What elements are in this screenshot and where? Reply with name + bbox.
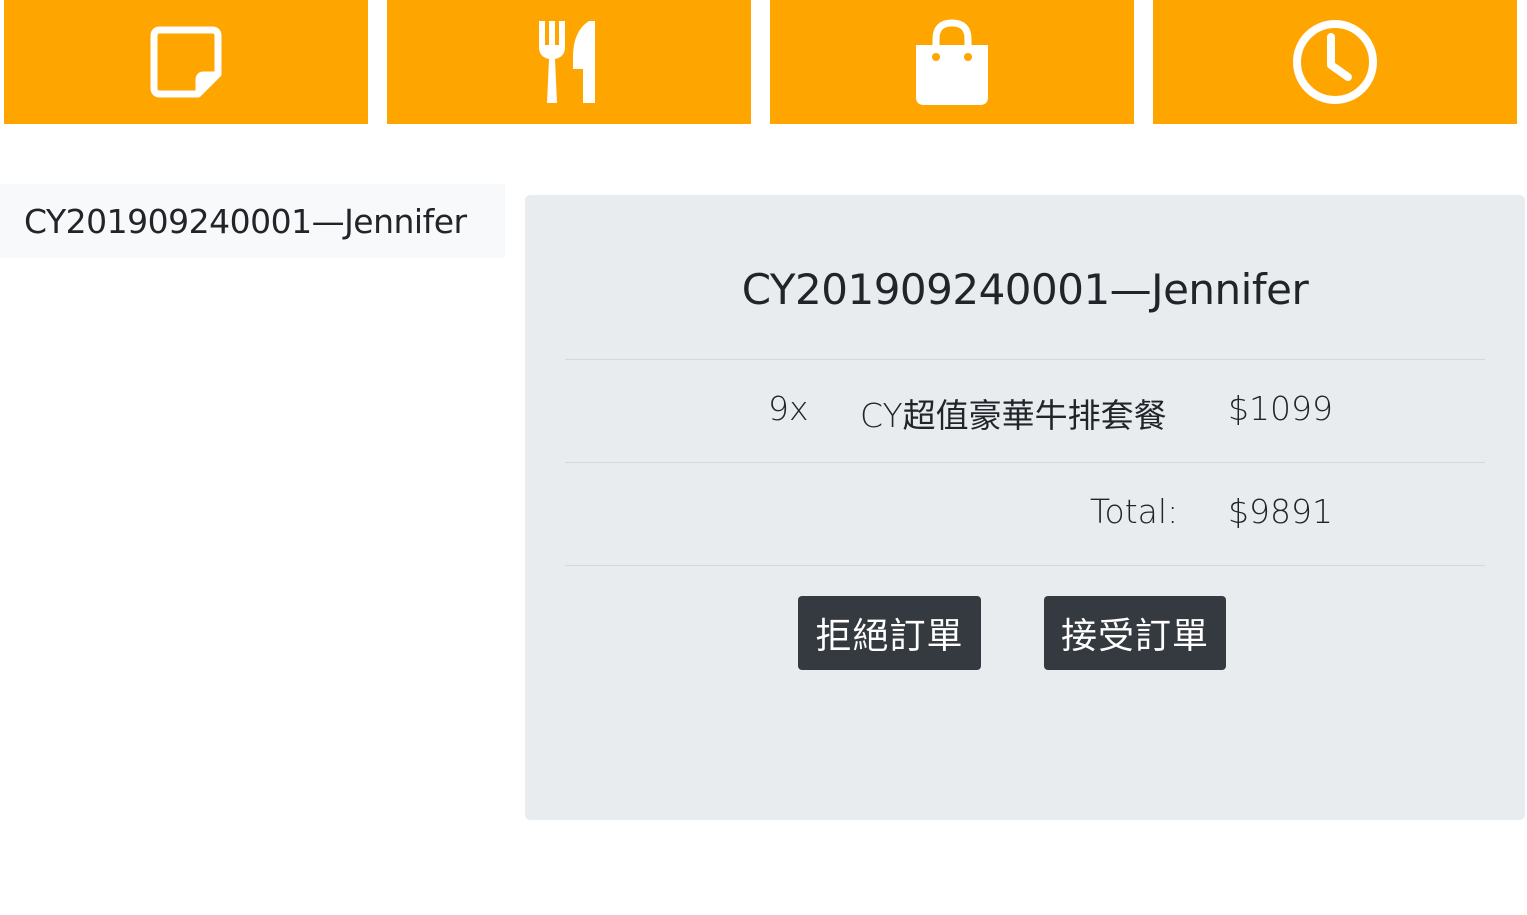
divider bbox=[565, 359, 1485, 360]
total-value: $9891 bbox=[1228, 492, 1333, 531]
nav-tab-notes[interactable] bbox=[4, 0, 368, 124]
accept-order-button[interactable]: 接受訂單 bbox=[1044, 596, 1226, 670]
utensils-icon bbox=[529, 17, 609, 107]
divider bbox=[565, 565, 1485, 566]
nav-tab-history[interactable] bbox=[1153, 0, 1517, 124]
nav-tab-orders[interactable] bbox=[770, 0, 1134, 124]
order-list-item[interactable]: CY201909240001—Jennifer bbox=[0, 184, 505, 258]
order-detail-panel: CY201909240001—Jennifer 9x CY超值豪華牛排套餐 $1… bbox=[525, 195, 1525, 820]
nav-tab-menu[interactable] bbox=[387, 0, 751, 124]
total-label: Total: bbox=[1090, 492, 1179, 531]
divider bbox=[565, 462, 1485, 463]
line-item-quantity: 9x bbox=[768, 389, 809, 428]
shopping-bag-icon bbox=[912, 17, 992, 107]
order-title: CY201909240001—Jennifer bbox=[741, 265, 1309, 314]
clock-icon bbox=[1290, 17, 1380, 107]
order-list: CY201909240001—Jennifer bbox=[0, 184, 505, 258]
reject-order-button[interactable]: 拒絕訂單 bbox=[798, 596, 981, 670]
note-icon bbox=[146, 22, 226, 102]
top-nav bbox=[0, 0, 1527, 124]
line-item-name: CY超值豪華牛排套餐 bbox=[860, 396, 1167, 435]
line-item-price: $1099 bbox=[1228, 389, 1333, 428]
